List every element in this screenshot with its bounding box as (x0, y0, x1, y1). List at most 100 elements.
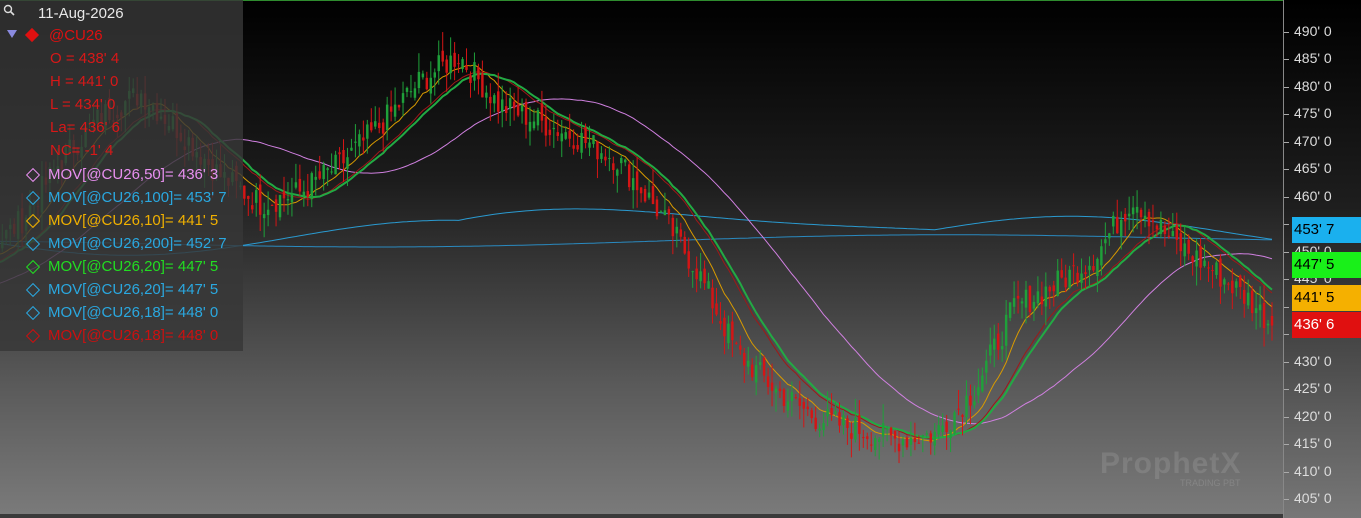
candle-down[interactable] (850, 433, 853, 439)
candle-up[interactable] (266, 209, 270, 216)
candle-down[interactable] (667, 209, 671, 215)
candle-up[interactable] (1266, 323, 1270, 326)
candle-down[interactable] (298, 178, 302, 192)
candle-up[interactable] (552, 127, 556, 130)
candle-up[interactable] (834, 411, 837, 414)
candle-up[interactable] (350, 147, 353, 151)
candle-down[interactable] (798, 398, 802, 406)
candle-down[interactable] (251, 205, 254, 210)
candle-up[interactable] (885, 428, 889, 430)
candle-up[interactable] (981, 375, 984, 392)
candle-down[interactable] (445, 59, 448, 73)
price-axis[interactable]: 490' 0 485' 0 480' 0 475' 0 470' 0 465' 0 460'… (1283, 0, 1361, 518)
candle-up[interactable] (873, 438, 877, 450)
study-diamond-icon[interactable] (25, 305, 41, 321)
candle-up[interactable] (1056, 270, 1059, 296)
candle-up[interactable] (302, 191, 306, 197)
candle-down[interactable] (397, 104, 401, 108)
candle-down[interactable] (1187, 239, 1190, 254)
candle-up[interactable] (405, 87, 409, 92)
candle-up[interactable] (374, 121, 377, 127)
candle-up[interactable] (290, 193, 294, 203)
study-diamond-icon[interactable] (25, 328, 41, 344)
candle-up[interactable] (675, 226, 679, 234)
candle-up[interactable] (322, 164, 325, 180)
candle-down[interactable] (750, 364, 754, 378)
candle-down[interactable] (568, 130, 571, 139)
candle-down[interactable] (381, 122, 385, 134)
candle-down[interactable] (770, 382, 774, 391)
candle-up[interactable] (409, 91, 413, 93)
candle-up[interactable] (925, 433, 929, 435)
candle-down[interactable] (1231, 280, 1234, 294)
candle-up[interactable] (921, 435, 925, 437)
candle-up[interactable] (421, 73, 425, 78)
candle-down[interactable] (961, 415, 964, 417)
candle-down[interactable] (556, 132, 560, 136)
candle-down[interactable] (1060, 270, 1063, 278)
candle-up[interactable] (314, 176, 317, 180)
candle-up[interactable] (973, 401, 976, 406)
candle-up[interactable] (877, 439, 881, 442)
candle-up[interactable] (532, 121, 536, 129)
candle-up[interactable] (500, 99, 504, 113)
candle-up[interactable] (993, 338, 996, 350)
candle-up[interactable] (520, 105, 524, 112)
candle-down[interactable] (1155, 225, 1159, 230)
candle-up[interactable] (461, 59, 464, 70)
candle-up[interactable] (774, 388, 778, 393)
magnifier-icon[interactable] (3, 4, 15, 16)
candle-up[interactable] (1068, 269, 1071, 288)
candle-up[interactable] (354, 141, 357, 143)
candle-up[interactable] (1183, 243, 1186, 257)
candle-down[interactable] (858, 415, 861, 434)
candle-up[interactable] (624, 159, 627, 163)
candle-up[interactable] (941, 425, 944, 433)
candle-up[interactable] (286, 198, 290, 201)
candle-up[interactable] (1036, 291, 1040, 304)
candle-up[interactable] (600, 153, 603, 159)
candle-down[interactable] (342, 149, 345, 164)
candle-down[interactable] (1151, 220, 1155, 223)
candle-down[interactable] (1163, 225, 1167, 235)
candle-up[interactable] (294, 182, 298, 188)
candle-down[interactable] (806, 406, 809, 410)
candle-up[interactable] (429, 77, 433, 94)
candle-up[interactable] (592, 135, 595, 145)
legend-study-row[interactable]: MOV[@CU26,18]= 448' 0 (48, 302, 218, 324)
candle-down[interactable] (612, 163, 615, 171)
candle-up[interactable] (393, 104, 397, 117)
candle-down[interactable] (572, 145, 575, 149)
candle-down[interactable] (1092, 266, 1095, 271)
candle-down[interactable] (683, 236, 686, 254)
candle-up[interactable] (1254, 308, 1258, 314)
candle-down[interactable] (897, 443, 901, 452)
collapse-triangle-icon[interactable] (7, 30, 17, 38)
candle-up[interactable] (1235, 281, 1238, 288)
candle-down[interactable] (370, 122, 373, 131)
candle-down[interactable] (453, 52, 456, 67)
candle-up[interactable] (437, 55, 440, 72)
candle-down[interactable] (1016, 295, 1020, 299)
legend-symbol[interactable]: @CU26 (49, 25, 103, 47)
candle-up[interactable] (786, 401, 790, 411)
candle-up[interactable] (346, 157, 349, 169)
candle-up[interactable] (1195, 250, 1198, 267)
candle-up[interactable] (1020, 301, 1024, 304)
candle-up[interactable] (1127, 213, 1131, 217)
candle-down[interactable] (655, 199, 659, 217)
candle-down[interactable] (917, 442, 921, 444)
candle-up[interactable] (1171, 231, 1175, 237)
candle-down[interactable] (893, 431, 897, 439)
candle-up[interactable] (933, 431, 936, 446)
candle-down[interactable] (695, 268, 698, 280)
candle-up[interactable] (620, 158, 623, 164)
candle-down[interactable] (377, 122, 381, 129)
candle-up[interactable] (631, 178, 635, 191)
candle-up[interactable] (254, 190, 258, 203)
candle-up[interactable] (707, 281, 710, 289)
candle-down[interactable] (504, 106, 508, 114)
candle-up[interactable] (854, 417, 857, 440)
candle-up[interactable] (659, 211, 663, 213)
candle-up[interactable] (691, 271, 694, 273)
